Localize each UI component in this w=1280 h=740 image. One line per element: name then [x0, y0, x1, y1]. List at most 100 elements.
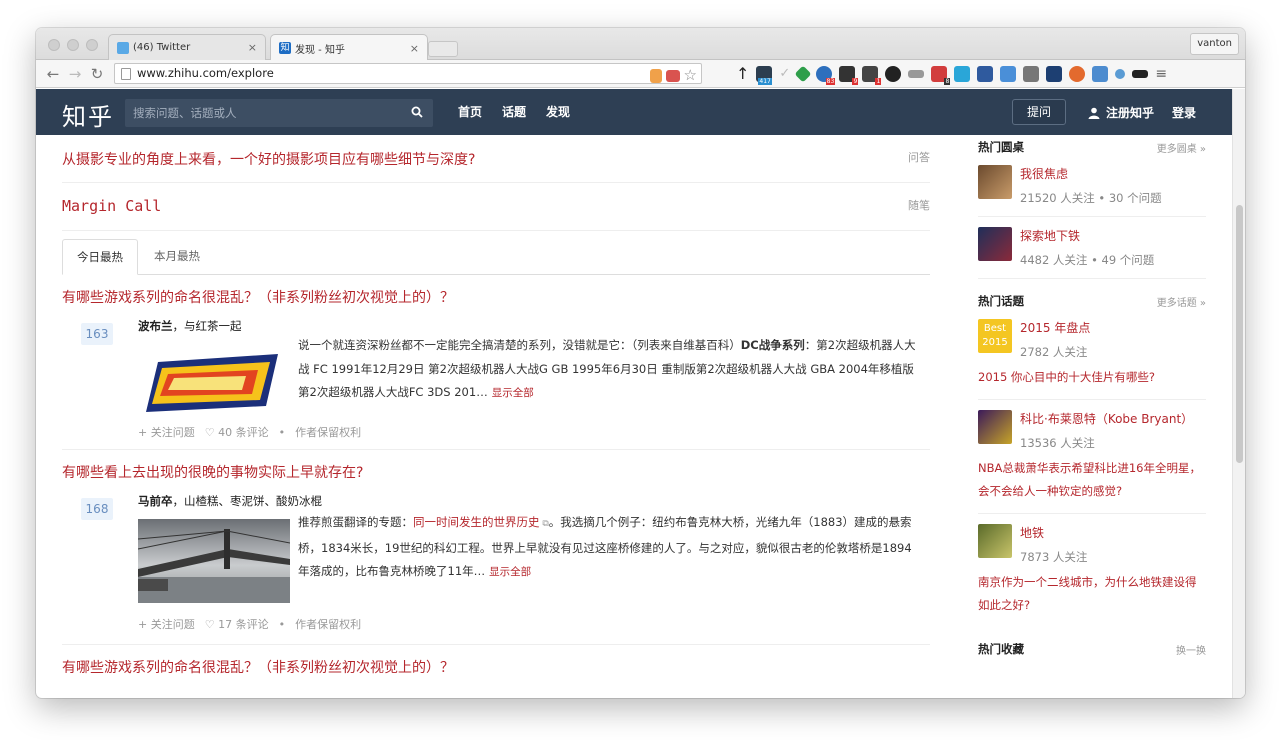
topic-name[interactable]: 科比·布莱恩特（Kobe Bryant）: [1020, 410, 1193, 427]
topic-question[interactable]: 2015 你心目中的十大佳片有哪些?: [978, 366, 1206, 389]
topic-name[interactable]: 2015 年盘点: [1020, 319, 1090, 336]
refresh-collections-link[interactable]: 换一换: [1176, 642, 1206, 657]
menu-icon[interactable]: ≡: [1155, 66, 1167, 82]
extension-icon[interactable]: [908, 69, 925, 78]
topic-meta: 2782 人关注: [1020, 345, 1088, 359]
author-name[interactable]: 马前卒: [138, 494, 173, 508]
arrow-up-icon[interactable]: ↑: [736, 64, 749, 83]
answer-thumbnail[interactable]: [138, 519, 290, 603]
comment-icon: ♡: [204, 426, 219, 439]
roundtable-item[interactable]: 我很焦虑 21520 人关注 • 30 个问题: [978, 165, 1206, 217]
login-link[interactable]: 登录: [1172, 104, 1196, 121]
search-icon[interactable]: [411, 106, 423, 118]
topic-question[interactable]: 南京作为一个二线城市，为什么地铁建设得如此之好?: [978, 571, 1206, 617]
extension-icon[interactable]: [885, 65, 902, 82]
close-window-button[interactable]: [48, 39, 60, 51]
vote-count[interactable]: 168: [81, 498, 113, 520]
tab-month-hot[interactable]: 本月最热: [140, 239, 214, 275]
comments-link[interactable]: ♡ 40 条评论: [205, 424, 269, 440]
feed-tabs: 今日最热 本月最热: [62, 239, 930, 275]
roundtable-avatar: [978, 227, 1012, 261]
tab-twitter[interactable]: (46) Twitter ×: [108, 34, 266, 60]
nav-explore[interactable]: 发现: [546, 103, 570, 120]
zoom-window-button[interactable]: [86, 39, 98, 51]
topic-question[interactable]: NBA总裁萧华表示希望科比进16年全明星，会不会给人一种钦定的感觉?: [978, 457, 1206, 503]
check-icon[interactable]: ✓: [779, 66, 790, 81]
reload-icon[interactable]: ↻: [86, 65, 108, 83]
highlight-title[interactable]: 从摄影专业的角度上来看，一个好的摄影项目应有哪些细节与深度?: [62, 149, 475, 169]
extension-icon[interactable]: [1000, 65, 1017, 82]
extension-icon[interactable]: 417: [756, 65, 773, 85]
site-logo[interactable]: 知乎: [62, 97, 114, 132]
search-input[interactable]: 搜索问题、话题或人: [125, 99, 433, 127]
roundtable-item[interactable]: 探索地下铁 4482 人关注 • 49 个问题: [978, 217, 1206, 279]
answer-excerpt[interactable]: 推荐煎蛋翻译的专题：同一时间发生的世界历史 ⧉。我选摘几个例子：纽约布鲁克林大桥…: [298, 511, 922, 585]
roundtable-name[interactable]: 探索地下铁: [1020, 227, 1154, 244]
back-icon[interactable]: ←: [42, 65, 64, 83]
search-placeholder: 搜索问题、话题或人: [133, 106, 237, 120]
extension-icon[interactable]: [954, 65, 971, 82]
rss-icon[interactable]: [649, 68, 662, 83]
question-title[interactable]: 有哪些看上去出现的很晚的事物实际上早就存在?: [62, 450, 930, 482]
register-link[interactable]: 注册知乎: [1088, 104, 1154, 121]
ask-question-button[interactable]: 提问: [1012, 99, 1066, 125]
excerpt-link[interactable]: 同一时间发生的世界历史: [413, 515, 540, 529]
roundtable-avatar: [978, 165, 1012, 199]
bookmark-star-icon[interactable]: ☆: [684, 66, 697, 85]
answer-excerpt[interactable]: 说一个就连资深粉丝都不一定能完全搞清楚的系列，没错就是它：（列表来自维基百科）D…: [298, 334, 922, 406]
extension-icon[interactable]: 1: [862, 65, 882, 85]
extension-icon[interactable]: [1046, 65, 1063, 82]
mail-icon[interactable]: [665, 69, 680, 82]
highlight-title[interactable]: Margin Call: [62, 197, 161, 215]
extension-icon[interactable]: [794, 65, 812, 82]
tab-zhihu[interactable]: 知 发现 - 知乎 ×: [270, 34, 428, 61]
tab-today-hot[interactable]: 今日最热: [62, 239, 138, 275]
qr-code-icon[interactable]: [1023, 65, 1040, 82]
topic-meta: 13536 人关注: [1020, 436, 1095, 450]
extension-icon[interactable]: 8: [931, 65, 951, 85]
extension-icon[interactable]: [1115, 68, 1126, 79]
address-bar[interactable]: www.zhihu.com/explore ☆: [114, 63, 702, 84]
tab-strip: (46) Twitter × 知 发现 - 知乎 × vanton: [36, 28, 1245, 61]
answer-thumbnail[interactable]: [138, 342, 290, 426]
extension-icon[interactable]: [977, 65, 994, 82]
nav-topics[interactable]: 话题: [502, 103, 526, 120]
scrollbar-thumb[interactable]: [1236, 205, 1243, 463]
comments-link[interactable]: ♡ 17 条评论: [205, 616, 269, 632]
extension-icon[interactable]: [1132, 69, 1149, 78]
close-tab-icon[interactable]: ×: [248, 41, 257, 54]
show-all-link[interactable]: 显示全部: [492, 387, 534, 399]
close-tab-icon[interactable]: ×: [410, 42, 419, 55]
roundtable-meta: 21520 人关注 • 30 个问题: [1020, 191, 1162, 205]
extension-icon[interactable]: [1092, 65, 1109, 82]
user-icon: [1088, 107, 1100, 119]
question-title[interactable]: 有哪些游戏系列的命名很混乱？（非系列粉丝初次视觉上的）？: [62, 275, 930, 307]
extension-icon[interactable]: [1069, 65, 1086, 82]
more-roundtables-link[interactable]: 更多圆桌 »: [1157, 140, 1206, 155]
tab-title: 发现 - 知乎: [295, 44, 345, 56]
follow-question-button[interactable]: + 关注问题: [138, 616, 195, 632]
author-name[interactable]: 波布兰: [138, 319, 173, 333]
register-label: 注册知乎: [1106, 106, 1155, 120]
extension-icon[interactable]: 9: [839, 65, 859, 85]
show-all-link[interactable]: 显示全部: [489, 566, 531, 578]
topic-name[interactable]: 地铁: [1020, 524, 1087, 541]
topic-item: 地铁 7873 人关注 南京作为一个二线城市，为什么地铁建设得如此之好?: [978, 514, 1206, 627]
vote-count[interactable]: 163: [81, 323, 113, 345]
new-tab-button[interactable]: [428, 41, 458, 57]
zhihu-icon: 知: [279, 42, 291, 54]
roundtable-header: 热门圆桌 更多圆桌 »: [978, 139, 1206, 155]
roundtable-name[interactable]: 我很焦虑: [1020, 165, 1162, 182]
question-title[interactable]: 有哪些游戏系列的命名很混乱？（非系列粉丝初次视觉上的）？: [62, 645, 930, 677]
minimize-window-button[interactable]: [67, 39, 79, 51]
topic-item: Best 2015 2015 年盘点 2782 人关注 2015 你心目中的十大佳片…: [978, 319, 1206, 400]
sidebar: 热门圆桌 更多圆桌 » 我很焦虑 21520 人关注 • 30 个问题 探索地下铁…: [978, 135, 1206, 698]
follow-question-button[interactable]: + 关注问题: [138, 424, 195, 440]
nav-home[interactable]: 首页: [458, 103, 482, 120]
more-topics-link[interactable]: 更多话题 »: [1157, 294, 1206, 309]
scrollbar[interactable]: [1232, 89, 1245, 698]
forward-icon[interactable]: →: [64, 65, 86, 83]
feed-item: 有哪些游戏系列的命名很混乱？（非系列粉丝初次视觉上的）？ 163 波布兰，与红茶…: [62, 275, 930, 450]
profile-button[interactable]: vanton: [1190, 33, 1239, 55]
gear-icon[interactable]: 83: [816, 65, 836, 85]
